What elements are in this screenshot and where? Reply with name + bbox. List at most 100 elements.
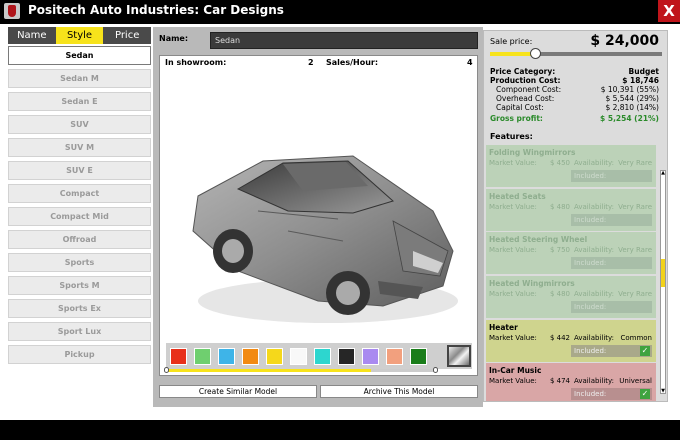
color-swatch[interactable] [410,347,427,365]
color-swatch[interactable] [386,347,403,365]
model-item-suv[interactable]: SUV [8,115,151,134]
model-item-sedan-e[interactable]: Sedan E [8,92,151,111]
color-swatch-selected[interactable] [447,345,471,367]
overhead-cost-value: $ 5,544 (29%) [605,94,659,103]
tab-name[interactable]: Name [8,27,56,44]
close-button[interactable]: X [658,0,680,22]
included-toggle[interactable]: Included: [571,257,652,269]
included-toggle[interactable]: Included: [571,301,652,313]
availability-value: Very Rare [618,290,652,298]
archive-model-button[interactable]: Archive This Model [320,385,478,398]
color-slider-start-handle[interactable] [164,367,169,373]
availability-value: Very Rare [618,159,652,167]
model-item-compact-mid[interactable]: Compact Mid [8,207,151,226]
feature-name: Heated Seats [489,192,546,201]
gross-profit-label: Gross profit: [490,114,543,123]
color-swatch[interactable] [290,347,307,365]
included-label: Included: [574,303,607,311]
market-value: $ 750 [549,246,570,254]
model-item-sedan-m[interactable]: Sedan M [8,69,151,88]
market-value: $ 450 [549,159,570,167]
model-item-sports-ex[interactable]: Sports Ex [8,299,151,318]
color-slider[interactable] [164,367,438,373]
car-preview: In showroom: 2 Sales/Hour: 4 [159,55,478,376]
showroom-label: In showroom: [165,58,227,67]
model-item-compact[interactable]: Compact [8,184,151,203]
tab-style[interactable]: Style [55,27,104,44]
included-toggle[interactable]: Included: ✓ [571,388,652,400]
features-scrollbar[interactable]: ▲ ▼ [660,170,666,394]
model-item-sports[interactable]: Sports [8,253,151,272]
gross-profit-value: $ 5,254 (21%) [600,114,659,123]
availability-label: Availability: [574,377,615,385]
overhead-cost-label: Overhead Cost: [496,94,555,103]
sale-price-label: Sale price: [490,37,533,46]
color-swatch[interactable] [218,347,235,365]
color-swatch[interactable] [338,347,355,365]
tab-price[interactable]: Price [103,27,152,44]
app-window: Positech Auto Industries: Car Designs X … [0,0,680,440]
color-swatch[interactable] [362,347,379,365]
market-value-label: Market Value: [489,290,537,298]
features-list: Folding Wingmirrors Market Value: $ 450 … [486,143,656,401]
model-item-suv-e[interactable]: SUV E [8,161,151,180]
sale-price-slider[interactable] [490,48,662,59]
model-item-offroad[interactable]: Offroad [8,230,151,249]
model-item-suv-m[interactable]: SUV M [8,138,151,157]
included-label: Included: [574,172,607,180]
market-value: $ 480 [549,203,570,211]
title-bar: Positech Auto Industries: Car Designs X [0,0,680,22]
sale-price-slider-handle[interactable] [530,48,541,59]
capital-cost-value: $ 2,810 (14%) [605,103,659,112]
availability-value: Universal [619,377,652,385]
included-toggle[interactable]: Included: [571,214,652,226]
scroll-down-icon[interactable]: ▼ [660,388,666,394]
color-swatch[interactable] [266,347,283,365]
availability-label: Availability: [574,246,615,254]
capital-cost-label: Capital Cost: [496,103,544,112]
showroom-count: 2 [308,58,314,67]
features-heading: Features: [490,132,533,141]
availability-label: Availability: [574,203,615,211]
feature-folding-wingmirrors[interactable]: Folding Wingmirrors Market Value: $ 450 … [486,145,656,187]
car-image [192,155,458,323]
color-slider-end-handle[interactable] [433,367,438,373]
feature-in-car-music[interactable]: In-Car Music Market Value: $ 474 Availab… [486,363,656,401]
checkmark-icon: ✓ [640,346,650,356]
feature-heated-seats[interactable]: Heated Seats Market Value: $ 480 Availab… [486,189,656,231]
feature-heated-steering-wheel[interactable]: Heated Steering Wheel Market Value: $ 75… [486,232,656,274]
feature-name: Heater [489,323,518,332]
price-category-value: Budget [628,67,659,76]
model-item-sedan[interactable]: Sedan [8,46,151,65]
included-toggle[interactable]: Included: [571,170,652,182]
included-toggle[interactable]: Included: ✓ [571,345,652,357]
feature-heater[interactable]: Heater Market Value: $ 442 Availability:… [486,320,656,362]
sale-price-slider-fill [490,52,535,56]
scrollbar-thumb[interactable] [661,259,665,287]
window-body: Name Style Price Sedan Sedan M Sedan E S… [0,24,680,420]
name-label: Name: [159,34,189,43]
price-category-label: Price Category: [490,67,556,76]
availability-label: Availability: [574,334,615,342]
window-title: Positech Auto Industries: Car Designs [28,3,284,17]
color-swatch[interactable] [194,347,211,365]
model-item-pickup[interactable]: Pickup [8,345,151,364]
model-item-sport-lux[interactable]: Sport Lux [8,322,151,341]
create-similar-model-button[interactable]: Create Similar Model [159,385,317,398]
scroll-up-icon[interactable]: ▲ [660,170,666,176]
sort-tabs: Name Style Price [8,27,152,44]
color-swatch[interactable] [170,347,187,365]
color-swatch[interactable] [242,347,259,365]
market-value-label: Market Value: [489,377,537,385]
market-value: $ 442 [549,334,570,342]
feature-name: Heated Wingmirrors [489,279,575,288]
included-label: Included: [574,347,607,355]
production-cost-label: Production Cost: [490,76,561,85]
availability-value: Very Rare [618,203,652,211]
market-value: $ 480 [549,290,570,298]
color-swatch[interactable] [314,347,331,365]
feature-heated-wingmirrors[interactable]: Heated Wingmirrors Market Value: $ 480 A… [486,276,656,318]
sales-per-hour-value: 4 [467,58,473,67]
model-name-input[interactable]: Sedan [210,32,478,49]
model-item-sports-m[interactable]: Sports M [8,276,151,295]
